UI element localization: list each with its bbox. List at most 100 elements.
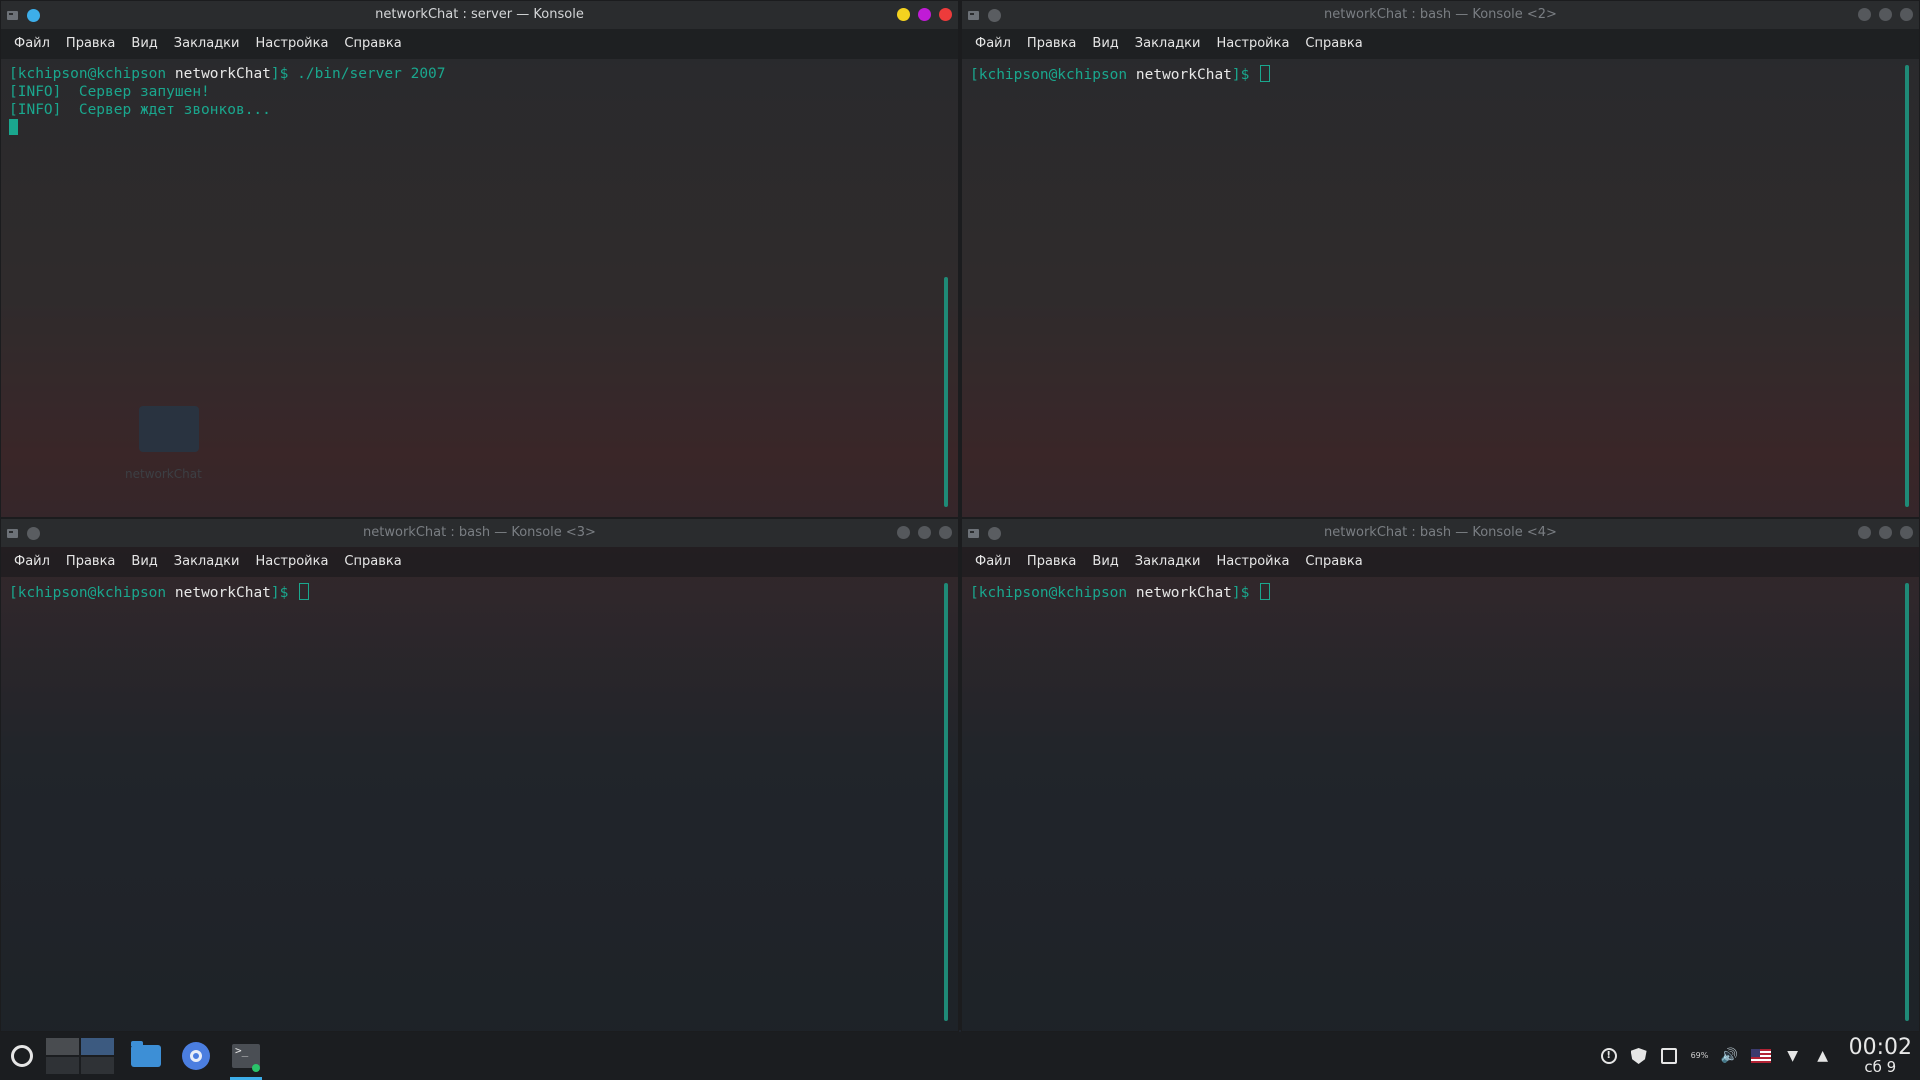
notification-icon[interactable]: !: [1600, 1048, 1617, 1064]
titlebar[interactable]: networkChat : bash — Konsole <3>: [1, 519, 958, 547]
pin-on-all-desktops-button[interactable]: [988, 526, 1001, 540]
menu-file[interactable]: Файл: [6, 29, 58, 59]
task-badge: [252, 1064, 260, 1072]
clipboard-icon[interactable]: [1660, 1048, 1677, 1064]
wifi-icon[interactable]: ▼: [1785, 1048, 1801, 1064]
scrollbar[interactable]: [944, 583, 948, 1021]
menu-view[interactable]: Вид: [1084, 29, 1126, 59]
expand-tray-icon[interactable]: ▲: [1815, 1048, 1831, 1064]
menu-settings[interactable]: Настройка: [1208, 547, 1297, 577]
konsole-app-icon[interactable]: [968, 528, 979, 538]
maximize-button[interactable]: [1879, 8, 1892, 21]
menu-bookmarks[interactable]: Закладки: [1127, 547, 1209, 577]
menu-bookmarks[interactable]: Закладки: [166, 547, 248, 577]
menu-view[interactable]: Вид: [1084, 547, 1126, 577]
window-title: networkChat : server — Konsole: [375, 7, 584, 22]
desktop-2[interactable]: [81, 1038, 114, 1055]
close-button[interactable]: [1900, 8, 1913, 21]
konsole-app-icon[interactable]: [968, 10, 979, 20]
konsole-task[interactable]: >_: [228, 1038, 264, 1080]
menu-edit[interactable]: Правка: [1019, 547, 1084, 577]
desktop-4[interactable]: [81, 1057, 114, 1074]
minimize-button[interactable]: [1858, 8, 1871, 21]
browser-task[interactable]: [178, 1038, 214, 1074]
desktop-1[interactable]: [46, 1038, 79, 1055]
titlebar[interactable]: networkChat : bash — Konsole <2>: [962, 1, 1919, 29]
application-launcher-icon[interactable]: [11, 1045, 33, 1067]
maximize-button[interactable]: [918, 8, 931, 21]
scrollbar[interactable]: [1905, 65, 1909, 507]
konsole-app-icon[interactable]: [7, 528, 18, 538]
menu-file[interactable]: Файл: [967, 547, 1019, 577]
menubar: Файл Правка Вид Закладки Настройка Справ…: [1, 29, 958, 59]
terminal-cursor: [299, 583, 310, 600]
us-flag-icon[interactable]: [1750, 1049, 1771, 1063]
system-tray: ! 69% 🔊 ▼ ▲ 00:02 сб 9: [1600, 1032, 1920, 1080]
prompt-dir: networkChat: [1135, 585, 1232, 601]
menu-file[interactable]: Файл: [6, 547, 58, 577]
pin-on-all-desktops-button[interactable]: [27, 8, 40, 22]
menu-help[interactable]: Справка: [1297, 547, 1370, 577]
terminal-cursor: [1260, 583, 1271, 600]
prompt-command: ./bin/server 2007: [297, 66, 446, 82]
prompt-tail: ]$: [270, 585, 298, 601]
scrollbar[interactable]: [944, 277, 948, 507]
menu-settings[interactable]: Настройка: [1208, 29, 1297, 59]
terminal-area[interactable]: [kchipson@kchipson networkChat]$: [962, 577, 1919, 1031]
terminal-area[interactable]: [kchipson@kchipson networkChat]$: [962, 59, 1919, 517]
konsole-window-4[interactable]: networkChat : bash — Konsole <4> Файл Пр…: [961, 518, 1920, 1032]
menu-bookmarks[interactable]: Закладки: [166, 29, 248, 59]
menu-bookmarks[interactable]: Закладки: [1127, 29, 1209, 59]
menu-file[interactable]: Файл: [967, 29, 1019, 59]
battery-icon[interactable]: 69%: [1691, 1048, 1709, 1064]
maximize-button[interactable]: [918, 526, 931, 539]
menubar: Файл Правка Вид Закладки Настройка Справ…: [962, 547, 1919, 577]
konsole-app-icon[interactable]: [7, 10, 18, 20]
menubar: Файл Правка Вид Закладки Настройка Справ…: [962, 29, 1919, 59]
minimize-button[interactable]: [1858, 526, 1871, 539]
folder-icon: [131, 1041, 161, 1067]
scrollbar[interactable]: [1905, 583, 1909, 1021]
close-button[interactable]: [939, 526, 952, 539]
minimize-button[interactable]: [897, 526, 910, 539]
menu-edit[interactable]: Правка: [1019, 29, 1084, 59]
menu-help[interactable]: Справка: [336, 547, 409, 577]
shield-icon[interactable]: [1630, 1048, 1647, 1064]
menu-view[interactable]: Вид: [123, 547, 165, 577]
konsole-window-server[interactable]: networkChat : server — Konsole Файл Прав…: [0, 0, 959, 518]
minimize-button[interactable]: [897, 8, 910, 21]
menu-help[interactable]: Справка: [336, 29, 409, 59]
file-manager-task[interactable]: [128, 1038, 164, 1074]
desktop-folder-label[interactable]: networkChat: [125, 467, 202, 481]
terminal-cursor: [9, 119, 18, 135]
virtual-desktop-pager[interactable]: [46, 1038, 114, 1074]
prompt-user: [kchipson@kchipson: [970, 67, 1136, 83]
close-button[interactable]: [1900, 526, 1913, 539]
titlebar[interactable]: networkChat : server — Konsole: [1, 1, 958, 29]
titlebar[interactable]: networkChat : bash — Konsole <4>: [962, 519, 1919, 547]
volume-icon[interactable]: 🔊: [1721, 1048, 1738, 1064]
output-line: [INFO] Сервер запушен!: [9, 84, 210, 100]
menu-settings[interactable]: Настройка: [247, 547, 336, 577]
digital-clock[interactable]: 00:02 сб 9: [1848, 1035, 1912, 1076]
menu-view[interactable]: Вид: [123, 29, 165, 59]
terminal-area[interactable]: [kchipson@kchipson networkChat]$: [1, 577, 958, 1031]
maximize-button[interactable]: [1879, 526, 1892, 539]
close-button[interactable]: [939, 8, 952, 21]
prompt-user: [kchipson@kchipson: [970, 585, 1136, 601]
prompt-line: [kchipson@kchipson networkChat]$: [970, 583, 1911, 601]
pin-on-all-desktops-button[interactable]: [27, 526, 40, 540]
pin-on-all-desktops-button[interactable]: [988, 8, 1001, 22]
output-line: [INFO] Сервер ждет звонков...: [9, 102, 271, 118]
menu-edit[interactable]: Правка: [58, 29, 123, 59]
prompt-tail: ]$: [270, 66, 298, 82]
konsole-window-3[interactable]: networkChat : bash — Konsole <3> Файл Пр…: [0, 518, 959, 1032]
prompt-tail: ]$: [1231, 67, 1259, 83]
menu-settings[interactable]: Настройка: [247, 29, 336, 59]
konsole-window-2[interactable]: networkChat : bash — Konsole <2> Файл Пр…: [961, 0, 1920, 518]
menu-edit[interactable]: Правка: [58, 547, 123, 577]
clock-time: 00:02: [1848, 1035, 1912, 1060]
menu-help[interactable]: Справка: [1297, 29, 1370, 59]
desktop-folder-icon[interactable]: [139, 406, 199, 452]
desktop-3[interactable]: [46, 1057, 79, 1074]
